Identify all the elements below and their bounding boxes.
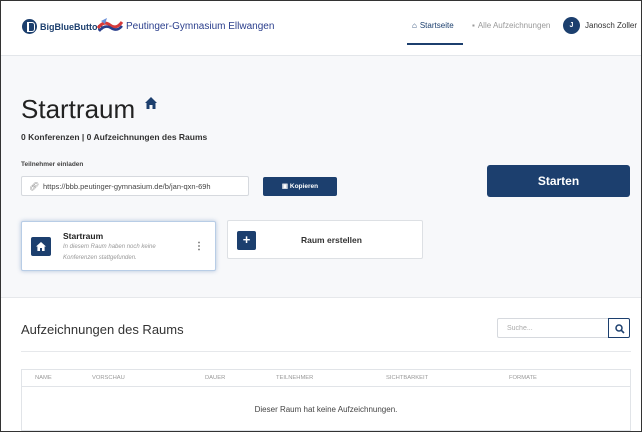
bigbluebutton-brand[interactable]: BigBlueButton — [40, 22, 103, 32]
search-button[interactable] — [608, 318, 630, 338]
table-header: NAME VORSCHAU DAUER TEILNEHMER SICHTBARK… — [22, 370, 630, 387]
column-header-name[interactable]: NAME — [35, 375, 52, 381]
school-name[interactable]: Peutinger-Gymnasium Ellwangen — [126, 21, 274, 32]
invite-url[interactable]: https://bbb.peutinger-gymnasium.de/b/jan… — [43, 182, 211, 191]
divider — [21, 351, 631, 352]
copy-button[interactable]: ▣ Kopieren — [263, 177, 337, 196]
video-icon: ▪ — [472, 21, 475, 30]
user-name[interactable]: Janosch Zoller — [585, 21, 637, 30]
room-card-description: In diesem Raum haben noch keine Konferen… — [63, 244, 156, 261]
search-icon — [615, 324, 625, 334]
plus-icon: + — [237, 231, 256, 250]
start-button[interactable]: Starten — [487, 165, 630, 197]
copy-icon: ▣ — [281, 183, 289, 190]
room-stats: 0 Konferenzen | 0 Aufzeichnungen des Rau… — [21, 132, 208, 142]
nav-startseite-label: Startseite — [419, 21, 454, 30]
room-card-startraum[interactable]: Startraum In diesem Raum haben noch kein… — [21, 221, 216, 271]
create-room-label: Raum erstellen — [301, 235, 362, 245]
more-options-icon[interactable]: ⋮ — [194, 241, 204, 252]
bigbluebutton-logo-icon[interactable] — [22, 19, 37, 34]
recordings-table: NAME VORSCHAU DAUER TEILNEHMER SICHTBARK… — [21, 369, 631, 431]
column-header-dauer[interactable]: DAUER — [205, 375, 225, 381]
recordings-section: Aufzeichnungen des Raums NAME VORSCHAU D… — [0, 297, 642, 432]
page-title: Startraum — [21, 94, 136, 124]
column-header-formate[interactable]: FORMATE — [509, 375, 537, 381]
invite-label: Teilnehmer einladen — [21, 161, 84, 168]
user-avatar[interactable]: J — [563, 17, 580, 34]
column-header-teilnehmer[interactable]: TEILNEHMER — [276, 375, 313, 381]
nav-alle-aufzeichnungen[interactable]: ▪ Alle Aufzeichnungen — [472, 21, 550, 30]
home-icon — [31, 237, 51, 256]
invite-url-field[interactable]: 🔗︎ https://bbb.peutinger-gymnasium.de/b/… — [21, 176, 249, 196]
create-room-card[interactable]: + Raum erstellen — [227, 220, 423, 259]
top-navbar: BigBlueButton Peutinger-Gymnasium Ellwan… — [0, 0, 642, 56]
recordings-title: Aufzeichnungen des Raums — [21, 322, 184, 337]
copy-button-label: Kopieren — [289, 183, 319, 190]
room-card-title: Startraum — [63, 231, 104, 241]
column-header-vorschau[interactable]: VORSCHAU — [92, 375, 125, 381]
nav-startseite[interactable]: ⌂ Startseite — [412, 21, 454, 30]
school-logo-icon[interactable] — [96, 16, 124, 36]
nav-aufzeichnungen-label: Alle Aufzeichnungen — [477, 21, 551, 30]
column-header-sichtbarkeit[interactable]: SICHTBARKEIT — [386, 375, 428, 381]
home-icon — [145, 97, 157, 109]
empty-recordings-message: Dieser Raum hat keine Aufzeichnungen. — [254, 405, 398, 414]
active-nav-indicator — [407, 43, 463, 45]
search-input[interactable] — [497, 318, 608, 338]
home-icon: ⌂ — [412, 21, 417, 30]
link-icon: 🔗︎ — [29, 182, 40, 191]
